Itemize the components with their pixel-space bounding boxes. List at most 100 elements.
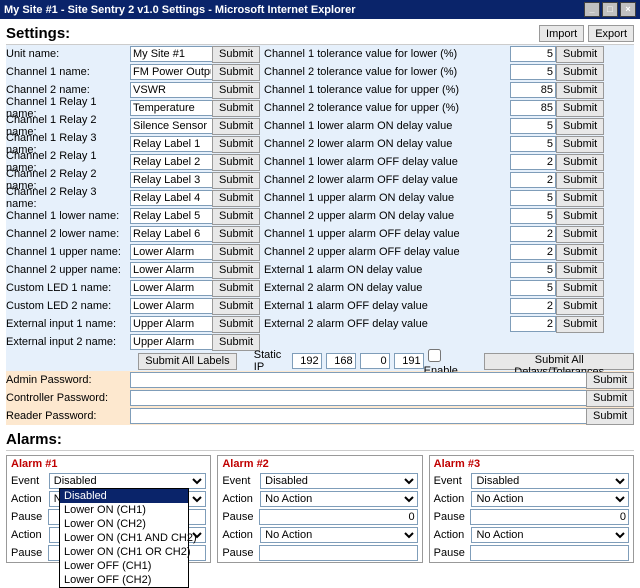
- submit-button[interactable]: Submit: [212, 244, 260, 261]
- submit-button[interactable]: Submit: [556, 298, 604, 315]
- submit-button[interactable]: Submit: [556, 244, 604, 261]
- submit-button[interactable]: Submit: [556, 316, 604, 333]
- submit-button[interactable]: Submit: [556, 190, 604, 207]
- submit-button[interactable]: Submit: [212, 280, 260, 297]
- dropdown-option[interactable]: Lower OFF (CH2): [60, 573, 188, 587]
- ip-seg-3[interactable]: [360, 353, 390, 369]
- submit-button[interactable]: Submit: [212, 298, 260, 315]
- value-input[interactable]: [510, 280, 556, 296]
- value-input[interactable]: [510, 316, 556, 332]
- event-select[interactable]: Disabled: [260, 473, 418, 489]
- maximize-button[interactable]: □: [602, 2, 618, 17]
- enable-checkbox[interactable]: [428, 349, 441, 362]
- submit-button[interactable]: Submit: [586, 372, 634, 389]
- value-input[interactable]: [510, 100, 556, 116]
- submit-button[interactable]: Submit: [212, 64, 260, 81]
- submit-button[interactable]: Submit: [212, 136, 260, 153]
- action-select[interactable]: No Action: [260, 491, 418, 507]
- submit-button[interactable]: Submit: [212, 316, 260, 333]
- submit-button[interactable]: Submit: [556, 226, 604, 243]
- submit-button[interactable]: Submit: [586, 408, 634, 425]
- value-input[interactable]: [510, 64, 556, 80]
- value-input[interactable]: [510, 46, 556, 62]
- action-select[interactable]: No Action: [471, 491, 629, 507]
- value-input[interactable]: [510, 154, 556, 170]
- submit-button[interactable]: Submit: [212, 172, 260, 189]
- submit-button[interactable]: Submit: [212, 46, 260, 63]
- submit-button[interactable]: Submit: [212, 154, 260, 171]
- submit-button[interactable]: Submit: [212, 226, 260, 243]
- submit-button[interactable]: Submit: [212, 262, 260, 279]
- submit-button[interactable]: Submit: [556, 262, 604, 279]
- value-input[interactable]: [510, 172, 556, 188]
- import-button[interactable]: Import: [539, 25, 584, 42]
- event-select[interactable]: Disabled: [471, 473, 629, 489]
- submit-button[interactable]: Submit: [212, 82, 260, 99]
- label-input[interactable]: [130, 172, 214, 188]
- submit-button[interactable]: Submit: [556, 64, 604, 81]
- close-button[interactable]: ×: [620, 2, 636, 17]
- value-input[interactable]: [510, 190, 556, 206]
- label-input[interactable]: [130, 64, 214, 80]
- dropdown-option[interactable]: Lower ON (CH1 AND CH2): [60, 531, 188, 545]
- action-select[interactable]: No Action: [260, 527, 418, 543]
- label-input[interactable]: [130, 190, 214, 206]
- action-select[interactable]: No Action: [471, 527, 629, 543]
- submit-button[interactable]: Submit: [556, 46, 604, 63]
- submit-button[interactable]: Submit: [212, 100, 260, 117]
- password-input[interactable]: [130, 390, 592, 406]
- submit-button[interactable]: Submit: [556, 118, 604, 135]
- password-input[interactable]: [130, 372, 592, 388]
- dropdown-option[interactable]: Lower ON (CH2): [60, 517, 188, 531]
- dropdown-option[interactable]: Disabled: [60, 489, 188, 503]
- value-input[interactable]: [510, 226, 556, 242]
- label-input[interactable]: [130, 226, 214, 242]
- password-input[interactable]: [130, 408, 592, 424]
- label-input[interactable]: [130, 280, 214, 296]
- label-input[interactable]: [130, 118, 214, 134]
- label-input[interactable]: [130, 262, 214, 278]
- pause-input[interactable]: [470, 509, 629, 525]
- submit-all-delays-button[interactable]: Submit All Delays/Tolerances: [484, 353, 634, 370]
- ip-seg-1[interactable]: [292, 353, 322, 369]
- submit-button[interactable]: Submit: [212, 208, 260, 225]
- pause-input[interactable]: [259, 509, 418, 525]
- label-input[interactable]: [130, 100, 214, 116]
- submit-button[interactable]: Submit: [212, 334, 260, 351]
- label-input[interactable]: [130, 334, 214, 350]
- value-input[interactable]: [510, 298, 556, 314]
- label-input[interactable]: [130, 136, 214, 152]
- label-input[interactable]: [130, 298, 214, 314]
- submit-all-labels-button[interactable]: Submit All Labels: [138, 353, 236, 370]
- event-select[interactable]: Disabled: [49, 473, 207, 489]
- submit-button[interactable]: Submit: [212, 118, 260, 135]
- submit-button[interactable]: Submit: [212, 190, 260, 207]
- pause-input[interactable]: [259, 545, 418, 561]
- label-input[interactable]: [130, 154, 214, 170]
- submit-button[interactable]: Submit: [556, 154, 604, 171]
- event-dropdown-open[interactable]: DisabledLower ON (CH1)Lower ON (CH2)Lowe…: [59, 488, 189, 588]
- submit-button[interactable]: Submit: [556, 208, 604, 225]
- submit-button[interactable]: Submit: [556, 136, 604, 153]
- value-input[interactable]: [510, 208, 556, 224]
- label-input[interactable]: [130, 208, 214, 224]
- submit-button[interactable]: Submit: [586, 390, 634, 407]
- submit-button[interactable]: Submit: [556, 82, 604, 99]
- value-input[interactable]: [510, 244, 556, 260]
- dropdown-option[interactable]: Lower ON (CH1 OR CH2): [60, 545, 188, 559]
- submit-button[interactable]: Submit: [556, 100, 604, 117]
- value-input[interactable]: [510, 118, 556, 134]
- value-input[interactable]: [510, 262, 556, 278]
- label-input[interactable]: [130, 244, 214, 260]
- label-input[interactable]: [130, 82, 214, 98]
- dropdown-option[interactable]: Lower ON (CH1): [60, 503, 188, 517]
- submit-button[interactable]: Submit: [556, 172, 604, 189]
- label-input[interactable]: [130, 316, 214, 332]
- value-input[interactable]: [510, 82, 556, 98]
- label-input[interactable]: [130, 46, 214, 62]
- pause-input[interactable]: [470, 545, 629, 561]
- submit-button[interactable]: Submit: [556, 280, 604, 297]
- ip-seg-4[interactable]: [394, 353, 424, 369]
- dropdown-option[interactable]: Lower OFF (CH1): [60, 559, 188, 573]
- value-input[interactable]: [510, 136, 556, 152]
